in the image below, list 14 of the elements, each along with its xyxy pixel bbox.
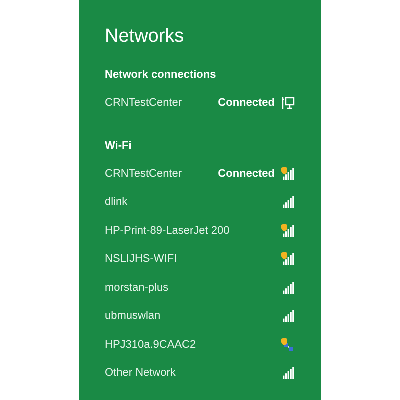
network-name[interactable]: CRNTestCenter	[105, 168, 218, 180]
connection-status: Connected	[218, 97, 275, 110]
network-name[interactable]: ubmuswlan	[105, 310, 281, 322]
network-name[interactable]: HP-Print-89-LaserJet 200	[105, 224, 281, 237]
network-name[interactable]: NSLIJHS-WIFI	[105, 253, 281, 266]
section-heading: Wi-Fi	[105, 138, 133, 154]
connection-status: Connected	[218, 168, 275, 180]
section-heading: Network connections	[105, 68, 218, 83]
network-name[interactable]: Other Network	[105, 367, 281, 380]
network-name[interactable]: HPJ310a.9CAAC2	[105, 338, 281, 351]
network-name[interactable]: dlink	[105, 196, 281, 208]
network-name[interactable]: morstan-plus	[105, 282, 281, 294]
panel-title: Networks	[105, 26, 186, 48]
network-name[interactable]: CRNTestCenter	[105, 97, 218, 110]
